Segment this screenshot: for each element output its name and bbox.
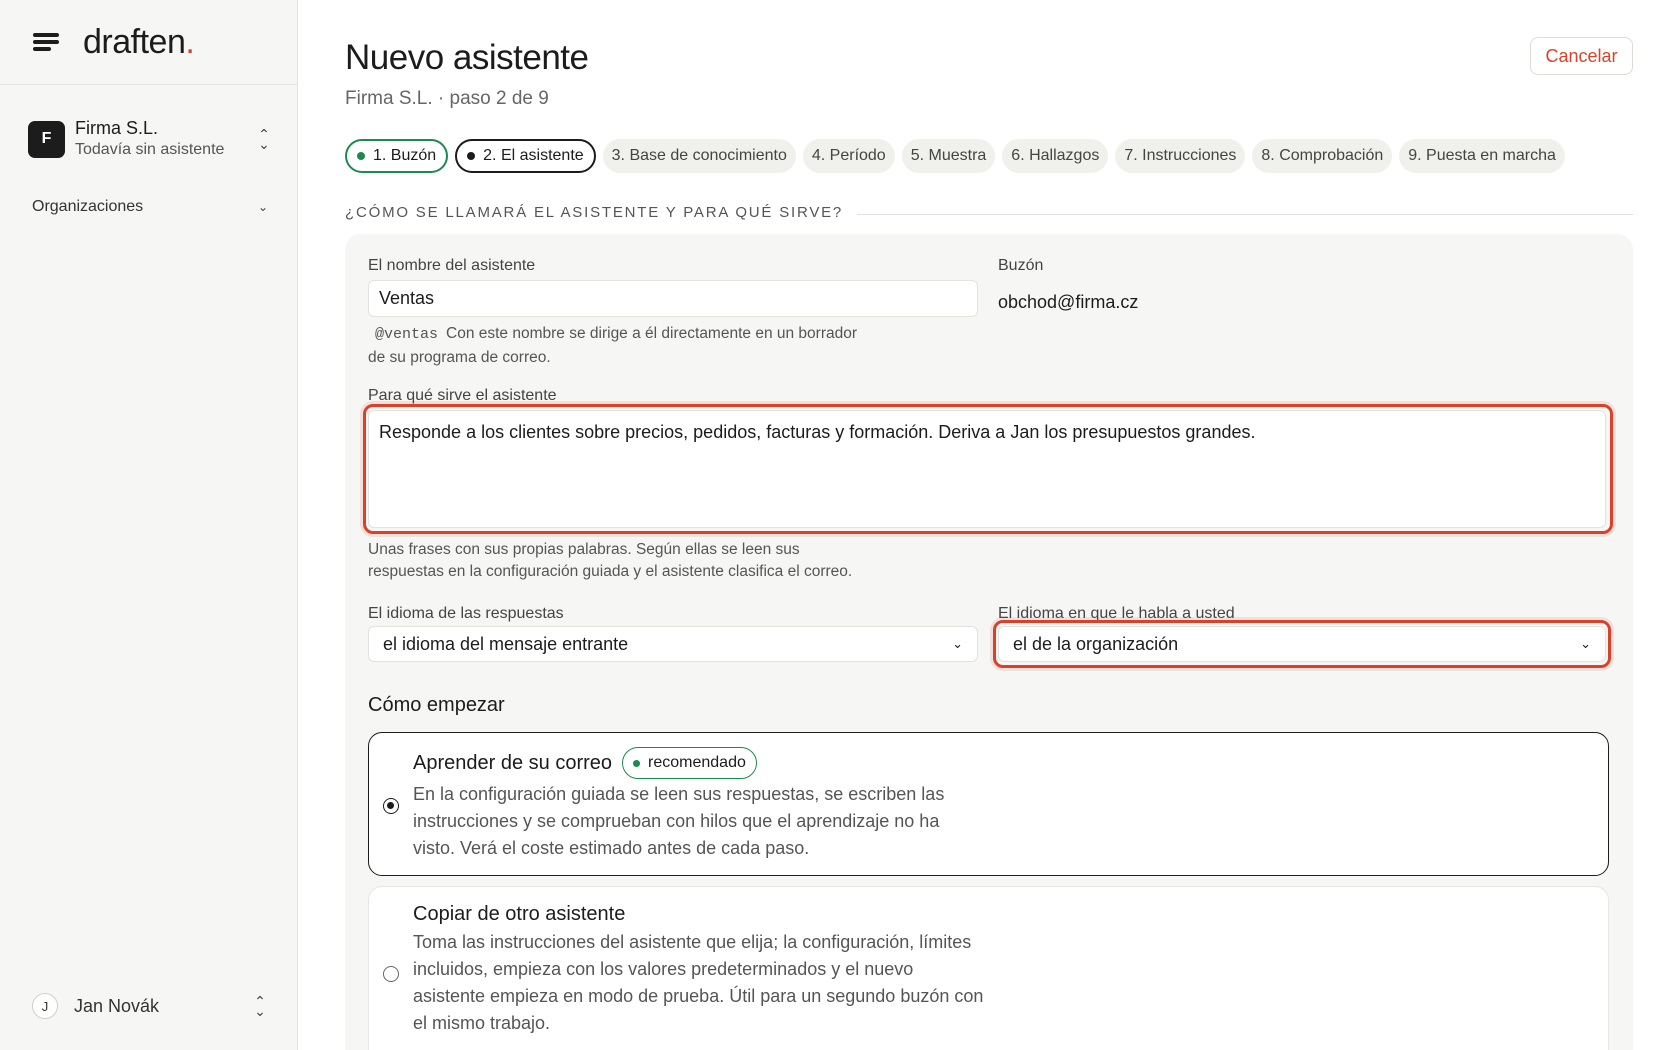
purpose-textarea[interactable]: Responde a los clientes sobre precios, p…: [368, 410, 1606, 528]
wizard-steps: 1. Buzón 2. El asistente 3. Base de cono…: [345, 139, 1565, 173]
logo[interactable]: draften.: [83, 23, 195, 62]
user-menu[interactable]: J Jan Novák ⌃ ⌄: [32, 993, 268, 1019]
address-language-select[interactable]: el de la organización ⌄: [998, 626, 1606, 662]
step-4[interactable]: 4. Período: [802, 139, 895, 173]
assistant-form-card: El nombre del asistente @ventasCon este …: [345, 234, 1633, 1050]
cancel-button[interactable]: Cancelar: [1530, 37, 1633, 75]
org-avatar: F: [28, 120, 65, 158]
divider: [857, 214, 1633, 215]
chevron-down-icon: ⌄: [952, 636, 963, 651]
option-title: Copiar de otro asistente: [413, 903, 626, 925]
name-label: El nombre del asistente: [368, 257, 536, 274]
address-language-label: El idioma en que le habla a usted: [998, 605, 1235, 622]
org-subtitle: Todavía sin asistente: [75, 141, 225, 158]
reply-language-label: El idioma de las respuestas: [368, 605, 564, 622]
sidebar-item-organizaciones[interactable]: Organizaciones ⌄: [32, 198, 268, 216]
mailbox-value: obchod@firma.cz: [998, 292, 1139, 312]
start-heading: Cómo empezar: [368, 694, 505, 716]
avatar: J: [32, 993, 58, 1019]
assistant-name-input[interactable]: [368, 280, 978, 317]
option-learn-from-mail[interactable]: Aprender de su correo recomendado En la …: [368, 732, 1609, 876]
sidebar: draften. F Firma S.L. Todavía sin asiste…: [0, 0, 298, 1050]
chevron-up-down-icon: ⌃ ⌄: [258, 126, 270, 152]
sidebar-header: draften.: [0, 0, 297, 85]
chevron-down-icon: ⌄: [1580, 636, 1591, 651]
option-title: Aprender de su correo: [413, 751, 613, 774]
step-status-dot: [467, 152, 476, 160]
option-description: En la configuración guiada se leen sus r…: [413, 784, 945, 858]
section-title: ¿CÓMO SE LLAMARÁ EL ASISTENTE Y PARA QUÉ…: [345, 204, 844, 221]
step-1[interactable]: 1. Buzón: [345, 139, 449, 173]
purpose-label: Para qué sirve el asistente: [368, 387, 557, 404]
org-switcher[interactable]: F Firma S.L. Todavía sin asistente ⌃ ⌄: [28, 114, 272, 164]
radio-copy-from-assistant[interactable]: [383, 966, 399, 982]
section-header: ¿CÓMO SE LLAMARÁ EL ASISTENTE Y PARA QUÉ…: [345, 204, 1633, 221]
purpose-hint: Unas frases con sus propias palabras. Se…: [368, 541, 853, 580]
reply-language-select[interactable]: el idioma del mensaje entrante ⌄: [368, 626, 978, 662]
step-2[interactable]: 2. El asistente: [455, 139, 596, 173]
user-name: Jan Novák: [74, 995, 160, 1016]
chevron-up-down-icon: ⌃ ⌄: [254, 993, 266, 1019]
recommended-badge: recomendado: [622, 747, 757, 779]
step-9[interactable]: 9. Puesta en marcha: [1399, 139, 1565, 173]
page-subtitle: Firma S.L. · paso 2 de 9: [345, 88, 549, 109]
step-3[interactable]: 3. Base de conocimiento: [602, 139, 796, 173]
sidebar-item-label: Organizaciones: [32, 198, 144, 215]
handle-text: @ventas: [375, 326, 439, 343]
option-copy-from-assistant[interactable]: Copiar de otro asistente Toma las instru…: [368, 886, 1609, 1050]
step-6[interactable]: 6. Hallazgos: [1002, 139, 1109, 173]
step-status-dot: [357, 152, 365, 160]
page-title: Nuevo asistente: [345, 38, 589, 77]
chevron-down-icon: ⌄: [257, 200, 268, 214]
radio-learn-from-mail[interactable]: [383, 798, 399, 814]
step-8[interactable]: 8. Comprobación: [1252, 139, 1393, 173]
name-hint: @ventas Con este nombre se dirige a él di…: [368, 325, 858, 366]
option-description: Toma las instrucciones del asistente que…: [413, 932, 984, 1033]
mailbox-label: Buzón: [998, 257, 1044, 274]
org-name: Firma S.L.: [75, 118, 159, 138]
menu-icon[interactable]: [33, 32, 59, 52]
step-7[interactable]: 7. Instrucciones: [1115, 139, 1246, 173]
step-5[interactable]: 5. Muestra: [901, 139, 996, 173]
